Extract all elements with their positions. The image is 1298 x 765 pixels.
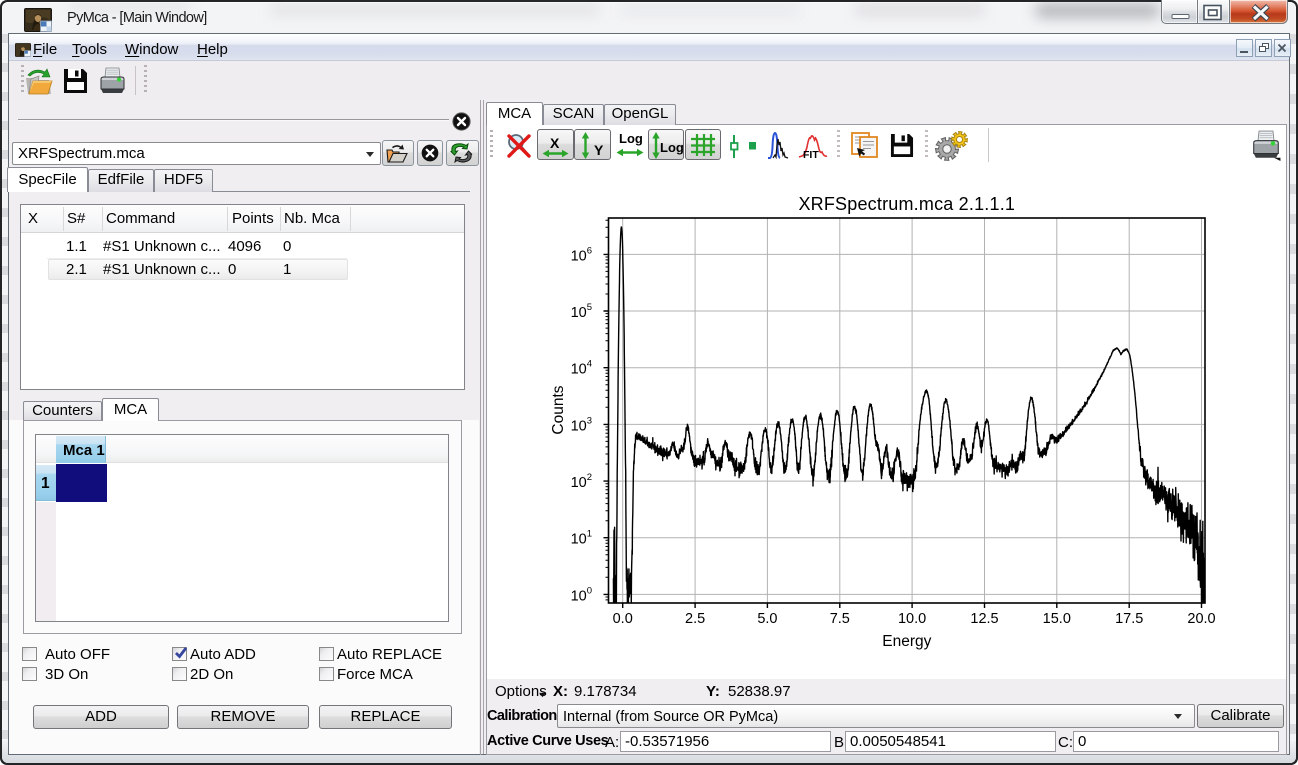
svg-text:Counts: Counts <box>550 385 567 434</box>
svg-text:Log: Log <box>660 140 683 155</box>
svg-text:10.0: 10.0 <box>898 611 926 627</box>
svg-text:0.0: 0.0 <box>613 611 633 627</box>
svg-text:7.5: 7.5 <box>830 611 850 627</box>
svg-text:5.0: 5.0 <box>757 611 777 627</box>
svg-text:12.5: 12.5 <box>970 611 998 627</box>
svg-text:17.5: 17.5 <box>1115 611 1143 627</box>
svg-text:FIT: FIT <box>803 149 819 160</box>
svg-text:X: X <box>550 135 560 151</box>
svg-text:Y: Y <box>594 142 604 158</box>
svg-text:20.0: 20.0 <box>1187 611 1215 627</box>
svg-text:Energy: Energy <box>882 633 931 650</box>
svg-text:Log: Log <box>619 131 643 146</box>
svg-text:15.0: 15.0 <box>1043 611 1071 627</box>
svg-text:XRFSpectrum.mca 2.1.1.1: XRFSpectrum.mca 2.1.1.1 <box>798 194 1015 214</box>
svg-text:2.5: 2.5 <box>685 611 705 627</box>
